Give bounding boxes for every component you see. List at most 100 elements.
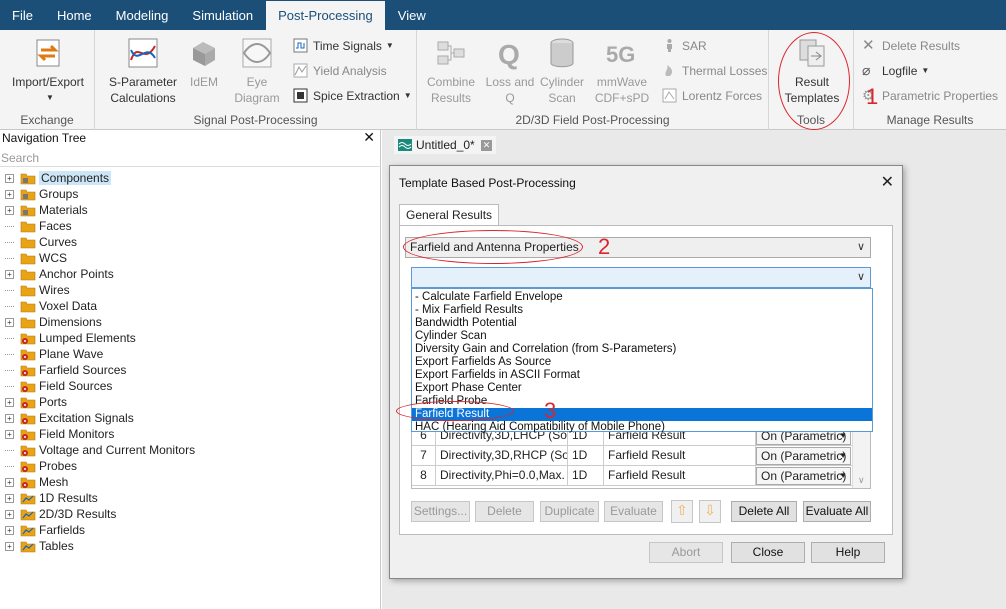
tree-item[interactable]: + Tables	[0, 538, 381, 554]
dropdown-option[interactable]: Cylinder Scan	[412, 330, 872, 343]
expand-icon[interactable]: +	[5, 173, 14, 183]
menu-tab-post-processing[interactable]: Post-Processing	[265, 0, 386, 30]
tree-item[interactable]: + Components	[0, 170, 381, 186]
spice-extraction-label: Spice Extraction	[313, 88, 400, 103]
combine-results-button[interactable]: Combine Results	[423, 36, 479, 106]
expand-icon[interactable]: +	[5, 525, 14, 535]
close-button[interactable]: Close	[731, 542, 805, 563]
mmwave-button[interactable]: 5G mmWave CDF+sPD	[590, 36, 654, 106]
thermal-losses-button[interactable]: Thermal Losses	[662, 63, 767, 78]
chevron-down-icon: ▼	[385, 41, 394, 50]
cylinder-scan-button[interactable]: Cylinder Scan	[537, 36, 587, 106]
yield-analysis-button[interactable]: Yield Analysis	[293, 63, 387, 78]
dropdown-option[interactable]: Export Farfields As Source	[412, 356, 872, 369]
menu-tab-simulation[interactable]: Simulation	[180, 0, 265, 30]
table-scrollbar[interactable]: ∨	[852, 426, 870, 488]
dropdown-option[interactable]: Diversity Gain and Correlation (from S-P…	[412, 343, 872, 356]
expand-icon[interactable]: +	[5, 413, 14, 423]
abort-button[interactable]: Abort	[649, 542, 723, 563]
expand-icon[interactable]: +	[5, 317, 14, 327]
tree-item[interactable]: Plane Wave	[0, 346, 381, 362]
tree-item[interactable]: +2D/3D Results	[0, 506, 381, 522]
dropdown-option[interactable]: - Calculate Farfield Envelope	[412, 291, 872, 304]
menu-tab-file[interactable]: File	[0, 0, 45, 30]
tree-item[interactable]: + Field Monitors	[0, 426, 381, 442]
lorentz-forces-button[interactable]: Lorentz Forces	[662, 88, 762, 103]
tree-item[interactable]: Voltage and Current Monitors	[0, 442, 381, 458]
s-parameter-button[interactable]: S-Parameter Calculations	[103, 36, 183, 106]
evaluate-button[interactable]: Evaluate	[604, 501, 663, 522]
tree-item[interactable]: + Dimensions	[0, 314, 381, 330]
tree-item[interactable]: Farfield Sources	[0, 362, 381, 378]
dialog-close-icon[interactable]: ✕	[881, 172, 894, 192]
tab-general-results[interactable]: General Results	[399, 204, 500, 226]
svg-text:5G: 5G	[606, 42, 635, 67]
eye-diagram-button[interactable]: Eye Diagram	[230, 36, 284, 106]
expand-icon[interactable]: +	[5, 205, 14, 215]
row-type: Farfield Result	[604, 466, 756, 486]
expand-icon[interactable]: +	[5, 189, 14, 199]
tree-item[interactable]: + Materials	[0, 202, 381, 218]
row-mode-select[interactable]: On (Parametric) ▼	[756, 447, 851, 465]
ribbon: Import/Export ▼ Exchange S-Parameter Cal…	[0, 30, 1006, 130]
expand-icon[interactable]: +	[5, 477, 14, 487]
delete-all-button[interactable]: Delete All	[731, 501, 797, 522]
tree-item[interactable]: Voxel Data	[0, 298, 381, 314]
expand-icon[interactable]: +	[5, 509, 14, 519]
loss-and-q-button[interactable]: Q Loss and Q	[485, 36, 535, 106]
tree-item[interactable]: + Groups	[0, 186, 381, 202]
yield-analysis-icon	[293, 63, 308, 78]
tree-connector	[5, 337, 14, 339]
move-up-button[interactable]: ⇧	[671, 500, 693, 523]
tree-item[interactable]: Field Sources	[0, 378, 381, 394]
tree-item[interactable]: Probes	[0, 458, 381, 474]
dropdown-option[interactable]: HAC (Hearing Aid Compatibility of Mobile…	[412, 421, 872, 434]
move-down-button[interactable]: ⇩	[699, 500, 721, 523]
logfile-button[interactable]: ⌀ Logfile ▼	[862, 63, 929, 78]
idem-button[interactable]: IdEM	[183, 36, 225, 90]
tree-item[interactable]: WCS	[0, 250, 381, 266]
expand-icon[interactable]: +	[5, 269, 14, 279]
tree-item[interactable]: Faces	[0, 218, 381, 234]
expand-icon[interactable]: +	[5, 541, 14, 551]
tree-item[interactable]: Curves	[0, 234, 381, 250]
menu-tab-view[interactable]: View	[386, 0, 438, 30]
table-row[interactable]: 8 Directivity,Phi=0.0,Max. Va 1D Farfiel…	[412, 466, 852, 486]
tree-item[interactable]: +1D Results	[0, 490, 381, 506]
expand-icon[interactable]: +	[5, 493, 14, 503]
document-tab[interactable]: Untitled_0* ✕	[394, 136, 497, 154]
tree-item[interactable]: + Mesh	[0, 474, 381, 490]
tree-item[interactable]: Wires	[0, 282, 381, 298]
dropdown-option[interactable]: - Mix Farfield Results	[412, 304, 872, 317]
menu-tab-modeling[interactable]: Modeling	[104, 0, 181, 30]
dropdown-option[interactable]: Export Farfields in ASCII Format	[412, 369, 872, 382]
parametric-properties-button[interactable]: ⚙ Parametric Properties	[862, 88, 998, 103]
row-mode-select[interactable]: On (Parametric) ▼	[756, 467, 851, 485]
tree-item[interactable]: + Excitation Signals	[0, 410, 381, 426]
expand-icon[interactable]: +	[5, 397, 14, 407]
tree-item[interactable]: Lumped Elements	[0, 330, 381, 346]
nav-search-input[interactable]: Search	[0, 150, 381, 167]
thermal-icon	[665, 65, 673, 76]
time-signals-button[interactable]: Time Signals ▼	[293, 38, 394, 53]
expand-icon[interactable]: +	[5, 429, 14, 439]
delete-results-button[interactable]: ✕ Delete Results	[862, 38, 960, 53]
document-tab-close-icon[interactable]: ✕	[480, 139, 493, 151]
template-select[interactable]: ∨	[411, 267, 871, 288]
sar-button[interactable]: SAR	[662, 38, 707, 53]
evaluate-all-button[interactable]: Evaluate All	[803, 501, 871, 522]
settings-button[interactable]: Settings...	[411, 501, 470, 522]
table-row[interactable]: 7 Directivity,3D,RHCP (Solid 1D Farfield…	[412, 446, 852, 466]
import-export-button[interactable]: Import/Export ▼	[8, 36, 88, 106]
nav-close-icon[interactable]: ✕	[363, 129, 375, 146]
menu-tab-home[interactable]: Home	[45, 0, 104, 30]
tree-item[interactable]: + Anchor Points	[0, 266, 381, 282]
dropdown-option[interactable]: Export Phase Center	[412, 382, 872, 395]
dropdown-option[interactable]: Bandwidth Potential	[412, 317, 872, 330]
help-button[interactable]: Help	[811, 542, 885, 563]
tree-item[interactable]: + Farfields	[0, 522, 381, 538]
delete-button[interactable]: Delete	[475, 501, 534, 522]
duplicate-button[interactable]: Duplicate	[540, 501, 599, 522]
tree-item[interactable]: + Ports	[0, 394, 381, 410]
spice-extraction-button[interactable]: Spice Extraction ▼	[293, 88, 412, 103]
